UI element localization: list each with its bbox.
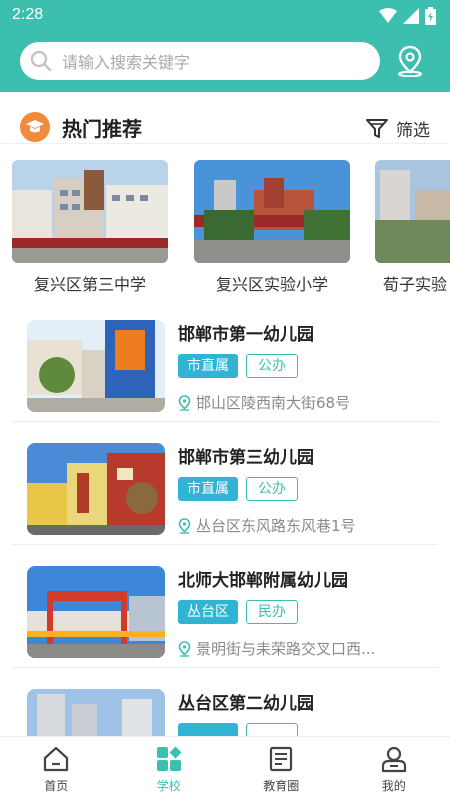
school-level-tag bbox=[178, 723, 238, 736]
recommended-name: 复兴区实验小学 bbox=[215, 275, 328, 294]
list-item[interactable]: 邯郸市第一幼儿园 市直属 公办 邯山区陵西南大街68号 bbox=[12, 300, 438, 422]
list-item[interactable]: 邯郸市第三幼儿园 市直属 公办 丛台区东风路东风巷1号 bbox=[12, 423, 438, 545]
address-text: 邯山区陵西南大街68号 bbox=[196, 394, 351, 412]
location-pin-icon bbox=[178, 640, 191, 657]
bottom-tab-bar: 首页 学校 教育圈 我的 bbox=[0, 736, 450, 800]
school-photo bbox=[194, 160, 350, 263]
location-pin-icon bbox=[178, 394, 191, 411]
school-name: 北师大邯郸附属幼儿园 bbox=[178, 571, 348, 591]
school-tags bbox=[178, 723, 298, 736]
battery-icon bbox=[425, 7, 436, 25]
school-photo bbox=[27, 689, 165, 736]
school-icon bbox=[156, 746, 182, 771]
recommended-name: 荀子实验 bbox=[383, 275, 448, 294]
school-level-tag: 丛台区 bbox=[178, 600, 238, 624]
search-header: 请输入搜索关键字 bbox=[0, 32, 450, 92]
address-text: 景明街与耒荣路交叉口西... bbox=[196, 640, 376, 658]
list-item[interactable]: 北师大邯郸附属幼儿园 丛台区 民办 景明街与耒荣路交叉口西... bbox=[12, 546, 438, 668]
location-pin-icon bbox=[398, 45, 422, 77]
recommended-carousel[interactable]: 复兴区第三中学 复兴区实验小学 荀子实验 bbox=[0, 148, 450, 298]
tab-school[interactable]: 学校 bbox=[113, 737, 226, 800]
school-address: 景明街与耒荣路交叉口西... bbox=[178, 638, 375, 659]
search-input[interactable]: 请输入搜索关键字 bbox=[20, 42, 380, 80]
hot-recommend-header: 热门推荐 筛选 bbox=[0, 92, 450, 144]
tab-label: 首页 bbox=[44, 779, 69, 793]
school-name: 邯郸市第一幼儿园 bbox=[178, 325, 314, 345]
school-type-tag: 公办 bbox=[246, 354, 298, 378]
school-type-tag: 公办 bbox=[246, 477, 298, 501]
tab-education-circle[interactable]: 教育圈 bbox=[225, 737, 338, 800]
school-type-tag bbox=[246, 723, 298, 736]
graduation-cap-icon bbox=[20, 112, 50, 142]
school-tags: 市直属 公办 bbox=[178, 477, 298, 501]
recommended-card[interactable]: 复兴区第三中学 bbox=[12, 160, 168, 295]
tab-label: 教育圈 bbox=[263, 779, 300, 793]
wifi-icon bbox=[379, 8, 397, 23]
filter-icon bbox=[366, 118, 388, 138]
article-icon bbox=[270, 746, 293, 772]
school-type-tag: 民办 bbox=[246, 600, 298, 624]
status-icons bbox=[379, 7, 436, 25]
school-address: 邯山区陵西南大街68号 bbox=[178, 392, 350, 413]
tab-label: 我的 bbox=[381, 779, 406, 793]
school-tags: 市直属 公办 bbox=[178, 354, 298, 378]
recommended-card[interactable]: 复兴区实验小学 bbox=[194, 160, 350, 295]
school-name: 邯郸市第三幼儿园 bbox=[178, 448, 314, 468]
school-photo bbox=[375, 160, 450, 263]
home-icon bbox=[44, 746, 69, 772]
recommended-name: 复兴区第三中学 bbox=[33, 275, 146, 294]
school-photo bbox=[27, 443, 165, 535]
tab-home[interactable]: 首页 bbox=[0, 737, 113, 800]
location-pin-icon bbox=[178, 517, 191, 534]
search-placeholder: 请输入搜索关键字 bbox=[62, 53, 191, 72]
filter-button[interactable]: 筛选 bbox=[366, 116, 430, 141]
school-photo bbox=[12, 160, 168, 263]
section-title: 热门推荐 bbox=[62, 117, 142, 141]
filter-label: 筛选 bbox=[396, 121, 430, 141]
list-item[interactable]: 丛台区第二幼儿园 bbox=[12, 669, 438, 736]
school-level-tag: 市直属 bbox=[178, 354, 238, 378]
signal-icon bbox=[403, 8, 419, 24]
recommended-card[interactable]: 荀子实验 bbox=[375, 160, 450, 295]
school-list[interactable]: 邯郸市第一幼儿园 市直属 公办 邯山区陵西南大街68号 邯郸市第三幼儿园 市直属… bbox=[0, 300, 450, 736]
tab-label: 学校 bbox=[156, 779, 181, 793]
school-level-tag: 市直属 bbox=[178, 477, 238, 501]
status-bar: 2:28 bbox=[0, 0, 450, 32]
school-name: 丛台区第二幼儿园 bbox=[178, 694, 314, 714]
school-photo bbox=[27, 320, 165, 412]
profile-icon bbox=[381, 746, 406, 773]
school-tags: 丛台区 民办 bbox=[178, 600, 298, 624]
address-text: 丛台区东风路东风巷1号 bbox=[196, 517, 356, 535]
school-photo bbox=[27, 566, 165, 658]
location-button[interactable] bbox=[394, 43, 426, 79]
search-icon bbox=[30, 50, 52, 72]
school-address: 丛台区东风路东风巷1号 bbox=[178, 515, 356, 536]
tab-mine[interactable]: 我的 bbox=[338, 737, 450, 800]
status-time: 2:28 bbox=[12, 6, 44, 23]
